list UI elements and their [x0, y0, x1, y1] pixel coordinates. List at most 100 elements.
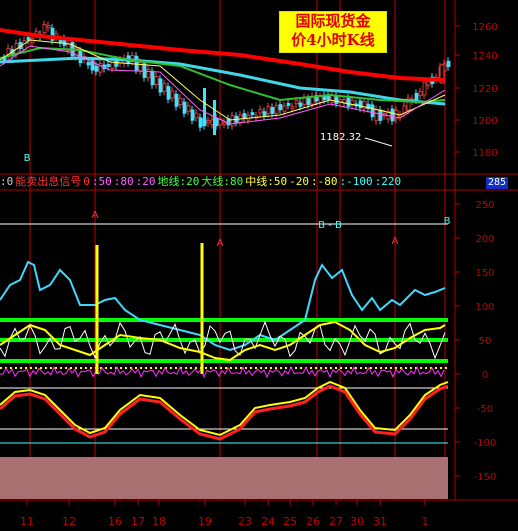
candle-body — [274, 105, 279, 114]
indicator-legend-item: :0 — [0, 175, 14, 188]
candle-body — [178, 97, 183, 106]
x-axis-label: 17 — [131, 515, 145, 528]
candle-body — [154, 76, 159, 85]
indicator-value-badge: 285 — [486, 177, 508, 189]
indicator-legend-item: 能卖出息信号 — [15, 175, 82, 188]
candle-body — [290, 106, 295, 110]
candle-body — [262, 111, 267, 116]
indicator-legend-item: 地线:20 — [157, 175, 200, 188]
osc-band — [0, 457, 448, 499]
x-axis-label: 23 — [238, 515, 252, 528]
indicator-legend-item: 大线:80 — [201, 175, 244, 188]
candle-body — [346, 97, 351, 107]
indicator-legend-item: :20 — [135, 175, 156, 188]
candle-body — [330, 95, 335, 103]
x-axis-label: 26 — [306, 515, 320, 528]
indicator-legend-item: :220 — [374, 175, 402, 188]
candle-body — [206, 120, 211, 124]
candle-body — [282, 105, 287, 112]
indicator-legend-item: 0 — [83, 175, 90, 188]
low-price-annotation: 1182.32 — [320, 132, 361, 143]
x-axis-label: 18 — [152, 515, 166, 528]
candle-body — [150, 70, 155, 86]
candle-body — [170, 90, 175, 99]
indicator-legend-item: :-100 — [339, 175, 373, 188]
price-tick-label: 1180 — [472, 148, 497, 159]
x-axis-label: 25 — [283, 515, 297, 528]
candle-body — [306, 98, 311, 105]
signal-a-label: A — [92, 210, 99, 221]
candle-body — [138, 62, 143, 72]
candle-body — [338, 99, 343, 103]
candle-body — [22, 40, 27, 51]
x-axis-label: 19 — [198, 515, 212, 528]
candle-body — [190, 109, 195, 121]
candle-body — [98, 62, 103, 73]
indicator-legend-item: 中线:50 — [245, 175, 288, 188]
candle-body — [258, 109, 263, 114]
candle-body — [174, 93, 179, 107]
candle-body — [326, 95, 331, 100]
candle-body — [334, 95, 339, 105]
candle-body — [42, 24, 47, 34]
x-axis-label: 11 — [20, 515, 34, 528]
x-axis-label: 30 — [350, 515, 364, 528]
candle-body — [162, 83, 167, 92]
candle-body — [222, 121, 227, 125]
signal-b-label: B — [444, 216, 451, 227]
x-axis-label: 1 — [422, 515, 429, 528]
candle-body — [158, 78, 163, 93]
candle-body — [194, 112, 199, 119]
candle-body — [46, 25, 51, 29]
osc-cyan-line — [0, 260, 446, 352]
candle-body — [270, 106, 275, 114]
ma-cyan-line — [0, 56, 446, 106]
osc-tick-label: -50 — [477, 404, 493, 415]
candle-body — [230, 115, 235, 127]
candle-body — [374, 109, 379, 122]
candle-body — [182, 101, 187, 114]
osc-tick-label: 0 — [482, 370, 488, 381]
candle-body — [266, 106, 271, 115]
osc-tick-label: -150 — [474, 472, 497, 483]
annotation-line — [364, 137, 393, 147]
osc-tick-label: 150 — [475, 268, 494, 279]
osc-tick-label: 200 — [475, 234, 494, 245]
candle-body — [298, 102, 303, 107]
candle-body — [86, 62, 91, 66]
candle-body — [202, 118, 207, 127]
chart-title-line1: 国际现货金 — [295, 12, 371, 30]
candle-body — [134, 55, 139, 71]
osc-low-yellow-line — [0, 380, 449, 437]
candle-body — [318, 96, 323, 103]
candle-body — [390, 108, 395, 122]
osc-tick-label: 50 — [479, 336, 492, 347]
osc-low-red-line — [0, 384, 449, 441]
candle-body — [106, 64, 111, 67]
candle-body — [414, 92, 419, 101]
candle-body — [286, 103, 291, 106]
signal-b-label: B — [24, 153, 31, 164]
osc-tick-label: 100 — [475, 302, 494, 313]
candle-body — [418, 91, 423, 96]
candle-body — [186, 105, 191, 112]
candle-body — [362, 101, 367, 110]
candle-body — [2, 57, 7, 61]
indicator-legend-item: :-80 — [311, 175, 338, 188]
candle-body — [242, 113, 247, 119]
chart-window: 1260 1240 1220 1200 1180 250 200 150 100 50 0 -50 -1… — [0, 0, 518, 531]
candle-body — [370, 104, 375, 118]
candle-body — [302, 97, 307, 105]
x-axis-label: 31 — [373, 515, 387, 528]
x-axis-label: 27 — [329, 515, 343, 528]
signal-a-label: A — [392, 236, 399, 247]
indicator-legend-item: :80 — [113, 175, 134, 188]
indicator-legend: :0 能卖出息信号 0:50:80:20 地线:20 大线:80 中线:50 -20:-80… — [0, 175, 470, 189]
candle-body — [446, 60, 451, 68]
x-axis-label: 12 — [62, 515, 76, 528]
signal-bb-label: B - B — [318, 220, 342, 231]
candle-body — [426, 81, 431, 86]
candle-body — [198, 117, 203, 128]
candle-body — [278, 104, 283, 111]
chart-title: 国际现货金 价4小时K线 — [279, 11, 387, 53]
